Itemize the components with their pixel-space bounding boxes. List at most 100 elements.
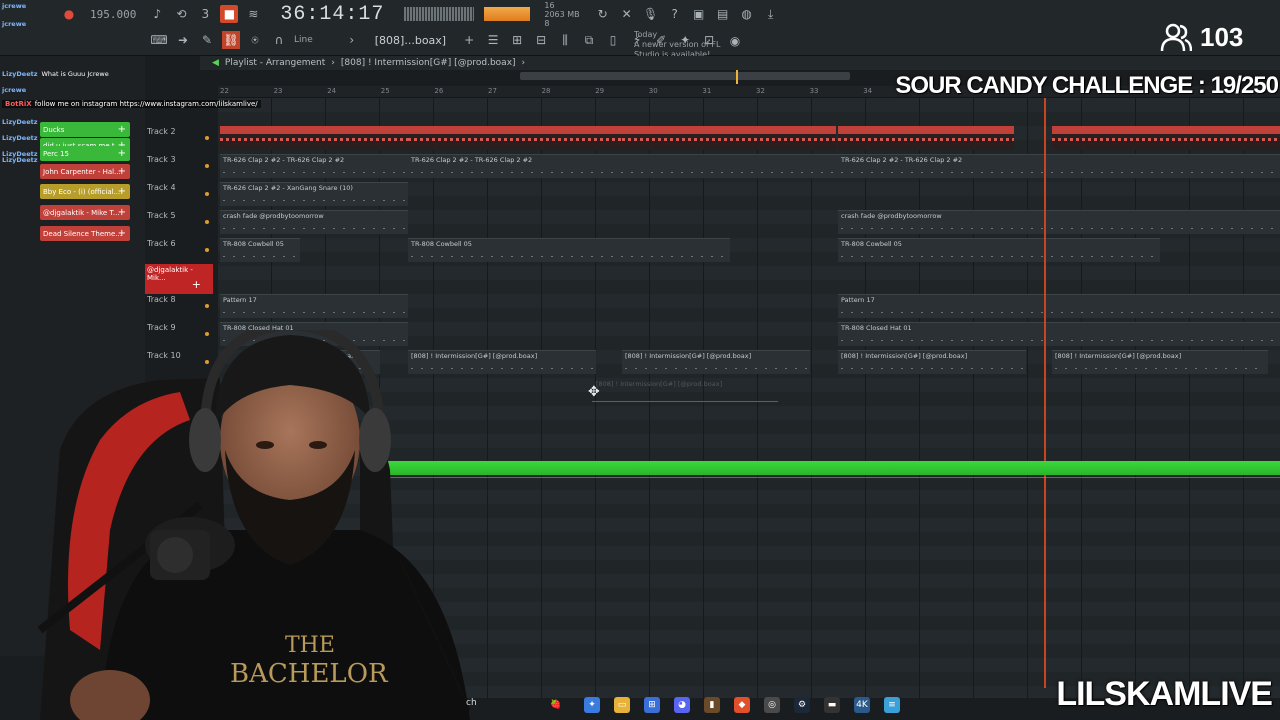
step-icon[interactable]: 3 xyxy=(196,5,214,23)
playlist-clip[interactable]: [808] ! Intermission[G#] [@prod.boax] xyxy=(622,350,810,374)
playlist-clip[interactable]: TR-808 Closed Hat 01 xyxy=(838,322,1280,346)
track-header[interactable]: Track 6 xyxy=(145,230,213,256)
metronome-icon[interactable]: ♪ xyxy=(148,5,166,23)
link-icon[interactable]: ⛓ xyxy=(222,31,240,49)
track-led-icon[interactable] xyxy=(205,220,209,224)
plus-icon[interactable]: + xyxy=(118,228,126,239)
record-mode-button[interactable]: ■ xyxy=(220,5,239,23)
track-led-icon[interactable] xyxy=(205,304,209,308)
mixer-faders-icon[interactable]: ⫼ xyxy=(556,31,574,49)
playlist-clip[interactable]: TR-626 Clap 2 #2 - XanGang Snare (10) xyxy=(220,182,408,206)
arrow-right-icon[interactable]: ➜ xyxy=(174,31,192,49)
playlist-clip[interactable]: Pattern 17 xyxy=(220,294,408,318)
snap-label[interactable]: Line xyxy=(294,35,313,45)
plus-icon[interactable]: + xyxy=(192,278,201,291)
playlist-clip[interactable]: crash fade @prodbytoomorrow xyxy=(838,210,1280,234)
chat-username[interactable]: BotRiX xyxy=(5,100,32,108)
playlist-clip[interactable]: TR-808 Cowbell 05 xyxy=(838,238,1160,262)
playlist-clip[interactable]: TR-808 Cowbell 05 xyxy=(408,238,730,262)
horizontal-scrollbar[interactable] xyxy=(520,72,850,80)
browser-icon[interactable]: ⧉ xyxy=(580,31,598,49)
discord-icon[interactable]: ◕ xyxy=(674,697,690,713)
chat-username[interactable]: LizyDeetz xyxy=(2,156,38,164)
playlist-clip[interactable]: [808] ! Intermission[G#] [@prod.boax] xyxy=(838,350,1026,374)
folder-icon[interactable]: ▭ xyxy=(614,697,630,713)
plugin-database-icon[interactable]: ▣ xyxy=(690,5,708,23)
playlist-clip[interactable]: TR-808 Cowbell 05 xyxy=(220,238,300,262)
automation-green-bar[interactable] xyxy=(372,461,1280,475)
playhead-line[interactable] xyxy=(1044,98,1046,688)
fl-app-icon[interactable]: ▮ xyxy=(704,697,720,713)
track-header[interactable]: Track 5 xyxy=(145,202,213,228)
track-header[interactable]: Track 4 xyxy=(145,174,213,200)
refresh-icon[interactable]: ↻ xyxy=(594,5,612,23)
app-icon[interactable]: ▬ xyxy=(824,697,840,713)
playlist-clip[interactable]: Dead Silence Theme Song - Main Theme (Pi… xyxy=(408,126,622,150)
playlist-clip[interactable]: TR-626 Clap 2 #2 - TR-626 Clap 2 #2 xyxy=(408,154,838,178)
chat-username[interactable]: jcrewe xyxy=(2,86,26,94)
track-led-icon[interactable] xyxy=(205,248,209,252)
keyboard-icon[interactable]: ⌨ xyxy=(150,31,168,49)
pattern-selector[interactable]: [808]...boax] xyxy=(375,34,446,47)
channel-item[interactable]: Dead Silence Theme... + xyxy=(40,226,130,241)
playlist-clip[interactable]: TR-626 Clap 2 #2 - TR-626 Clap 2 #2 xyxy=(220,154,408,178)
channel-rack-icon[interactable]: ⊟ xyxy=(532,31,550,49)
plus-icon[interactable]: + xyxy=(118,186,126,197)
clip-name: [808] ! Intermission[G#] [@prod.boax] xyxy=(625,352,752,360)
microphone-icon[interactable]: 🎙 xyxy=(642,5,660,23)
playhead-marker[interactable] xyxy=(736,70,738,84)
channel-item[interactable]: Bby Eco - (i) (official... + xyxy=(40,184,130,199)
play-arrow-icon[interactable]: ◀ xyxy=(212,58,219,68)
playlist-clip[interactable]: crash fade @prodbytoomorrow xyxy=(220,210,408,234)
playlist-clip[interactable]: Dead Silence Theme Song - Main Theme (Pi… xyxy=(220,126,408,150)
playlist-clip[interactable]: Dead Silence Theme Song - Main Theme (Pi… xyxy=(622,126,836,150)
dragged-clip-ghost[interactable]: [808] ! Intermission[G#] [@prod.boax] xyxy=(592,378,778,402)
mixer-icon[interactable]: ▤ xyxy=(714,5,732,23)
chrome-icon[interactable]: ◎ xyxy=(764,697,780,713)
playlist-clip[interactable]: Dead Silence Theme Song - Main Theme (Pi… xyxy=(838,126,1014,150)
copilot-icon[interactable]: ✦ xyxy=(584,697,600,713)
steam-icon[interactable]: ⚙ xyxy=(794,697,810,713)
channel-item[interactable]: @djgalaktik - Mike T... + xyxy=(40,205,130,220)
chat-username[interactable]: LizyDeetz xyxy=(2,70,38,78)
playlist-clip[interactable]: TR-626 Clap 2 #2 - TR-626 Clap 2 #2 xyxy=(838,154,1280,178)
help-icon[interactable]: ? xyxy=(666,5,684,23)
loop-icon[interactable]: ⟲ xyxy=(172,5,190,23)
track-led-icon[interactable] xyxy=(205,192,209,196)
chevron-right-icon[interactable]: › xyxy=(343,31,361,49)
playlist-clip[interactable]: Dead Silence Theme Song - Main Theme (Pi… xyxy=(1052,126,1280,150)
chat-username[interactable]: jcrewe xyxy=(2,20,26,28)
clip-name: Dead Silence Theme Song - Main Theme (Pi… xyxy=(1055,126,1238,134)
track-header-djgalaktik[interactable]: @djgalaktik - Mik... + xyxy=(145,264,213,294)
brave-icon[interactable]: ◆ xyxy=(734,697,750,713)
chat-icon[interactable]: ◍ xyxy=(738,5,756,23)
download-icon[interactable]: ⤓ xyxy=(762,5,780,23)
track-led-icon[interactable] xyxy=(205,136,209,140)
stamp-icon[interactable]: ⍟ xyxy=(246,31,264,49)
store-icon[interactable]: ⊞ xyxy=(644,697,660,713)
track-led-icon[interactable] xyxy=(205,164,209,168)
plus-icon[interactable]: + xyxy=(460,31,478,49)
chat-username[interactable]: jcrewe xyxy=(2,2,26,10)
track-header[interactable]: Track 2 xyxy=(145,118,213,144)
chat-username[interactable]: LizyDeetz xyxy=(2,134,38,142)
clip-preview xyxy=(841,228,1277,229)
plus-icon[interactable]: + xyxy=(118,207,126,218)
piano-roll-icon[interactable]: ⊞ xyxy=(508,31,526,49)
magnet-icon[interactable]: ∩ xyxy=(270,31,288,49)
clip-preview xyxy=(223,228,405,229)
fl-studio-taskbar-icon[interactable]: 🍓 xyxy=(542,697,570,713)
playlist-icon[interactable]: ☰ xyxy=(484,31,502,49)
countdown-icon[interactable]: ≋ xyxy=(244,5,262,23)
notepad-icon[interactable]: ≡ xyxy=(884,697,900,713)
chat-username[interactable]: LizyDeetz xyxy=(2,118,38,126)
draw-tool-icon[interactable]: ✎ xyxy=(198,31,216,49)
file-icon[interactable]: ▯ xyxy=(604,31,622,49)
panic-icon[interactable]: ✕ xyxy=(618,5,636,23)
playlist-clip[interactable]: [808] ! Intermission[G#] [@prod.boax] xyxy=(1052,350,1268,374)
clip-preview xyxy=(223,200,405,201)
fl-logo-icon[interactable]: ◉ xyxy=(726,32,744,50)
4k-icon[interactable]: 4K xyxy=(854,697,870,713)
playlist-clip[interactable]: Pattern 17 xyxy=(838,294,1280,318)
track-header[interactable]: Track 3 xyxy=(145,146,213,172)
